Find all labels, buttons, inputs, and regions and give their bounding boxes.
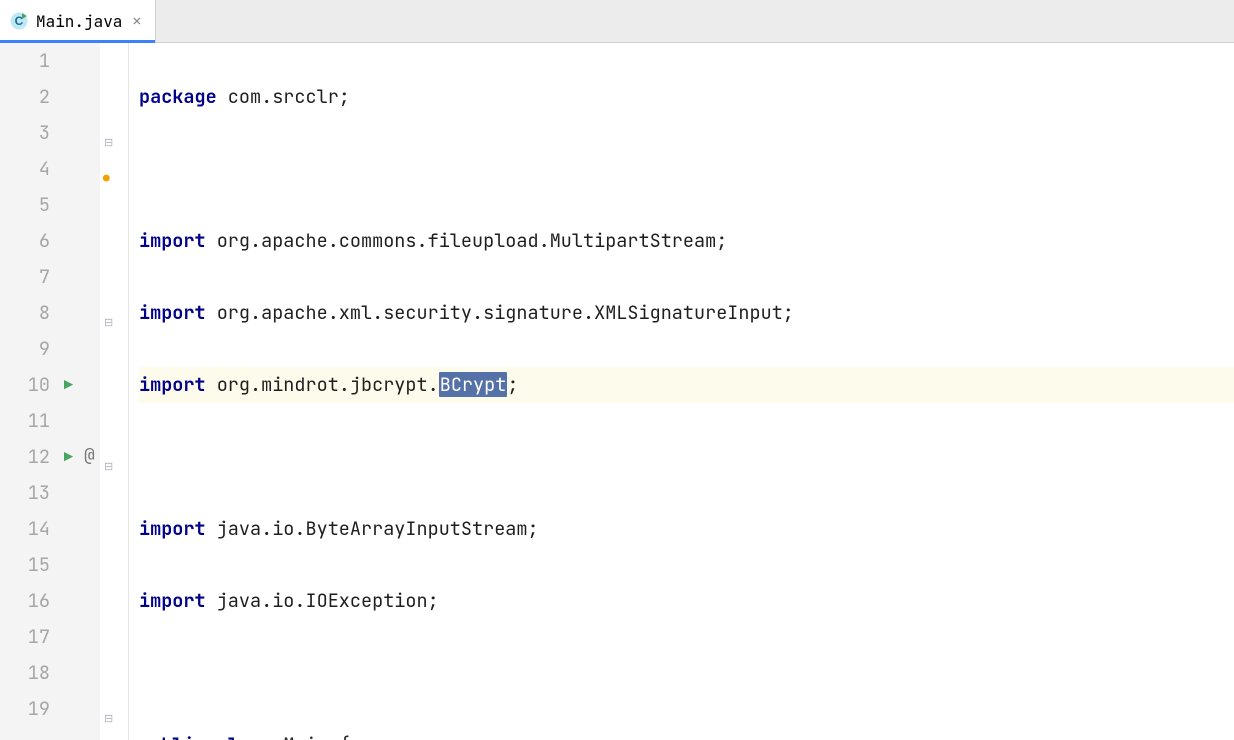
line-number: 15: [0, 547, 100, 583]
line-number: 5: [0, 187, 100, 223]
line-number: 16: [0, 583, 100, 619]
code-editor[interactable]: 1 2 3 4 5 6 7 8 9 10 11 12 13 14 15 16 1…: [0, 43, 1234, 740]
run-line-icon[interactable]: ▶: [64, 439, 73, 475]
line-number: 17: [0, 619, 100, 655]
line-number-gutter: 1 2 3 4 5 6 7 8 9 10 11 12 13 14 15 16 1…: [0, 43, 100, 740]
fold-toggle-icon[interactable]: ⊟: [104, 125, 113, 161]
keyword-import: import: [139, 516, 206, 541]
fold-column: ⊟ ● ⊟ ⊟ ⊟: [100, 43, 129, 740]
line-number: 9: [0, 331, 100, 367]
keyword-package: package: [139, 84, 217, 109]
line-number: 6: [0, 223, 100, 259]
line-number: 10: [0, 367, 100, 403]
fold-toggle-icon[interactable]: ⊟: [104, 701, 113, 737]
code-text: org.apache.xml.security.signature.XMLSig…: [206, 300, 794, 325]
line-number: 3: [0, 115, 100, 151]
line-number: 11: [0, 403, 100, 439]
code-text: org.mindrot.jbcrypt.: [206, 372, 439, 397]
line-number: 2: [0, 79, 100, 115]
keyword-import: import: [139, 228, 206, 253]
keyword-import: import: [139, 588, 206, 613]
java-class-icon: C: [10, 12, 28, 30]
line-number: 19: [0, 691, 100, 727]
selection: BCrypt: [439, 372, 508, 397]
code-area[interactable]: package com.srcclr; import org.apache.co…: [129, 43, 1234, 740]
line-number: 7: [0, 259, 100, 295]
close-icon[interactable]: ✕: [132, 11, 141, 31]
warning-icon[interactable]: ●: [103, 161, 110, 197]
tab-bar: C Main.java ✕: [0, 0, 1234, 43]
keyword-import: import: [139, 372, 206, 397]
line-number: 18: [0, 655, 100, 691]
line-number: 4: [0, 151, 100, 187]
tab-title: Main.java: [36, 11, 122, 32]
keyword-class: class: [217, 732, 273, 740]
tab-main-java[interactable]: C Main.java ✕: [0, 0, 156, 42]
line-number: 8: [0, 295, 100, 331]
current-line: import org.mindrot.jbcrypt.BCrypt;: [139, 367, 1234, 403]
code-text: java.io.IOException;: [206, 588, 439, 613]
code-text: ;: [507, 372, 518, 397]
keyword-public: public: [139, 732, 206, 740]
line-number: 14: [0, 511, 100, 547]
line-number: 1: [0, 43, 100, 79]
code-text: org.apache.commons.fileupload.MultipartS…: [206, 228, 728, 253]
keyword-import: import: [139, 300, 206, 325]
code-text: Main {: [272, 732, 350, 740]
fold-toggle-icon[interactable]: ⊟: [104, 449, 113, 485]
fold-toggle-icon[interactable]: ⊟: [104, 305, 113, 341]
run-line-icon[interactable]: ▶: [64, 367, 73, 403]
annotation-marker: @: [84, 438, 95, 474]
line-number: 13: [0, 475, 100, 511]
code-text: com.srcclr;: [217, 84, 350, 109]
code-text: java.io.ByteArrayInputStream;: [206, 516, 539, 541]
